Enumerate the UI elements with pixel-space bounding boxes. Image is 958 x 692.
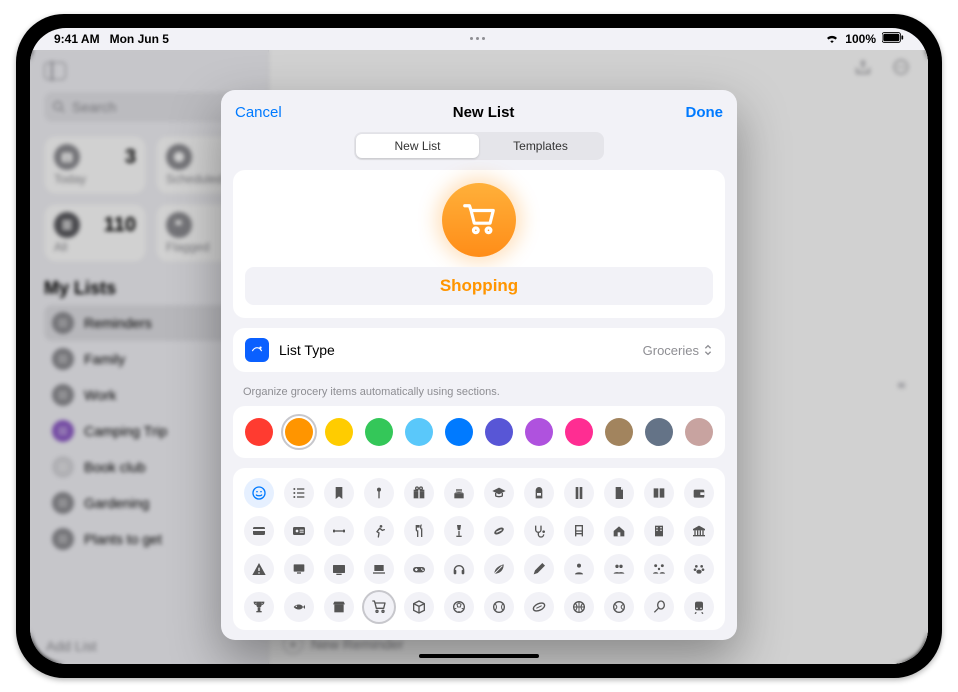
people-icon[interactable] bbox=[604, 554, 634, 584]
chair-icon[interactable] bbox=[564, 516, 594, 546]
family-icon[interactable] bbox=[644, 554, 674, 584]
warn-icon[interactable] bbox=[244, 554, 274, 584]
fish-icon[interactable] bbox=[284, 592, 314, 622]
grad-icon[interactable] bbox=[484, 478, 514, 508]
baseball-icon[interactable] bbox=[484, 592, 514, 622]
status-date: Mon Jun 5 bbox=[110, 32, 169, 46]
box-icon[interactable] bbox=[324, 592, 354, 622]
face-icon[interactable] bbox=[244, 478, 274, 508]
list-icon[interactable] bbox=[284, 478, 314, 508]
trophy-icon[interactable] bbox=[244, 592, 274, 622]
color-swatch[interactable] bbox=[285, 418, 313, 446]
color-swatch[interactable] bbox=[525, 418, 553, 446]
soccer-icon[interactable] bbox=[444, 592, 474, 622]
done-button[interactable]: Done bbox=[685, 104, 723, 121]
color-swatch[interactable] bbox=[565, 418, 593, 446]
doc-icon[interactable] bbox=[604, 478, 634, 508]
color-swatch[interactable] bbox=[645, 418, 673, 446]
tv-icon[interactable] bbox=[324, 554, 354, 584]
battery-icon bbox=[882, 32, 904, 46]
list-type-icon bbox=[245, 338, 269, 362]
card-icon[interactable] bbox=[244, 516, 274, 546]
color-swatch[interactable] bbox=[445, 418, 473, 446]
cake-icon[interactable] bbox=[444, 478, 474, 508]
wallet-icon[interactable] bbox=[684, 478, 714, 508]
new-list-modal: Cancel New List Done New List Templates … bbox=[221, 90, 737, 640]
segment-templates[interactable]: Templates bbox=[479, 134, 602, 158]
bookmark-icon[interactable] bbox=[324, 478, 354, 508]
pencil-icon[interactable] bbox=[524, 554, 554, 584]
cancel-button[interactable]: Cancel bbox=[235, 104, 282, 121]
id-icon[interactable] bbox=[284, 516, 314, 546]
train-icon[interactable] bbox=[684, 592, 714, 622]
color-swatch[interactable] bbox=[405, 418, 433, 446]
chevron-updown-icon bbox=[703, 343, 713, 357]
cart-icon bbox=[460, 201, 498, 239]
dumbbell-icon[interactable] bbox=[324, 516, 354, 546]
book-icon[interactable] bbox=[644, 478, 674, 508]
fork-icon[interactable] bbox=[404, 516, 434, 546]
modal-title: New List bbox=[453, 104, 515, 121]
cart-icon[interactable] bbox=[364, 592, 394, 622]
wine-icon[interactable] bbox=[444, 516, 474, 546]
bball-icon[interactable] bbox=[564, 592, 594, 622]
multitask-dots[interactable] bbox=[470, 37, 488, 41]
run-icon[interactable] bbox=[364, 516, 394, 546]
list-type-value: Groceries bbox=[643, 343, 713, 358]
icon-picker bbox=[233, 468, 725, 630]
color-swatch[interactable] bbox=[485, 418, 513, 446]
segment-new-list[interactable]: New List bbox=[356, 134, 479, 158]
backpack-icon[interactable] bbox=[524, 478, 554, 508]
ipad-frame: 9:41 AM Mon Jun 5 100% Search bbox=[16, 14, 942, 678]
battery-text: 100% bbox=[845, 32, 876, 46]
list-name-input[interactable]: Shopping bbox=[245, 267, 713, 305]
color-swatch[interactable] bbox=[325, 418, 353, 446]
color-swatch[interactable] bbox=[685, 418, 713, 446]
hero-panel: Shopping bbox=[233, 170, 725, 318]
football-icon[interactable] bbox=[524, 592, 554, 622]
segmented-control[interactable]: New List Templates bbox=[354, 132, 604, 160]
screen: 9:41 AM Mon Jun 5 100% Search bbox=[30, 28, 928, 664]
headph-icon[interactable] bbox=[444, 554, 474, 584]
list-type-panel: List Type Groceries bbox=[233, 328, 725, 372]
leaf-icon[interactable] bbox=[484, 554, 514, 584]
wifi-icon bbox=[825, 32, 839, 46]
gamepad-icon[interactable] bbox=[404, 554, 434, 584]
display-icon[interactable] bbox=[284, 554, 314, 584]
ruler-icon[interactable] bbox=[564, 478, 594, 508]
museum-icon[interactable] bbox=[684, 516, 714, 546]
pills-icon[interactable] bbox=[484, 516, 514, 546]
color-picker bbox=[233, 406, 725, 458]
status-time: 9:41 AM bbox=[54, 32, 100, 46]
racket-icon[interactable] bbox=[644, 592, 674, 622]
color-swatch[interactable] bbox=[365, 418, 393, 446]
list-icon-preview bbox=[442, 183, 516, 257]
tennis-icon[interactable] bbox=[604, 592, 634, 622]
gift-icon[interactable] bbox=[404, 478, 434, 508]
list-type-label: List Type bbox=[279, 342, 633, 358]
home-indicator[interactable] bbox=[419, 654, 539, 658]
person-icon[interactable] bbox=[564, 554, 594, 584]
laptop-icon[interactable] bbox=[364, 554, 394, 584]
status-bar: 9:41 AM Mon Jun 5 100% bbox=[30, 28, 928, 50]
pin-icon[interactable] bbox=[364, 478, 394, 508]
house-icon[interactable] bbox=[604, 516, 634, 546]
list-type-hint: Organize grocery items automatically usi… bbox=[221, 382, 737, 398]
paw-icon[interactable] bbox=[684, 554, 714, 584]
list-type-row[interactable]: List Type Groceries bbox=[233, 328, 725, 372]
color-swatch[interactable] bbox=[245, 418, 273, 446]
office-icon[interactable] bbox=[644, 516, 674, 546]
color-swatch[interactable] bbox=[605, 418, 633, 446]
package-icon[interactable] bbox=[404, 592, 434, 622]
steth-icon[interactable] bbox=[524, 516, 554, 546]
